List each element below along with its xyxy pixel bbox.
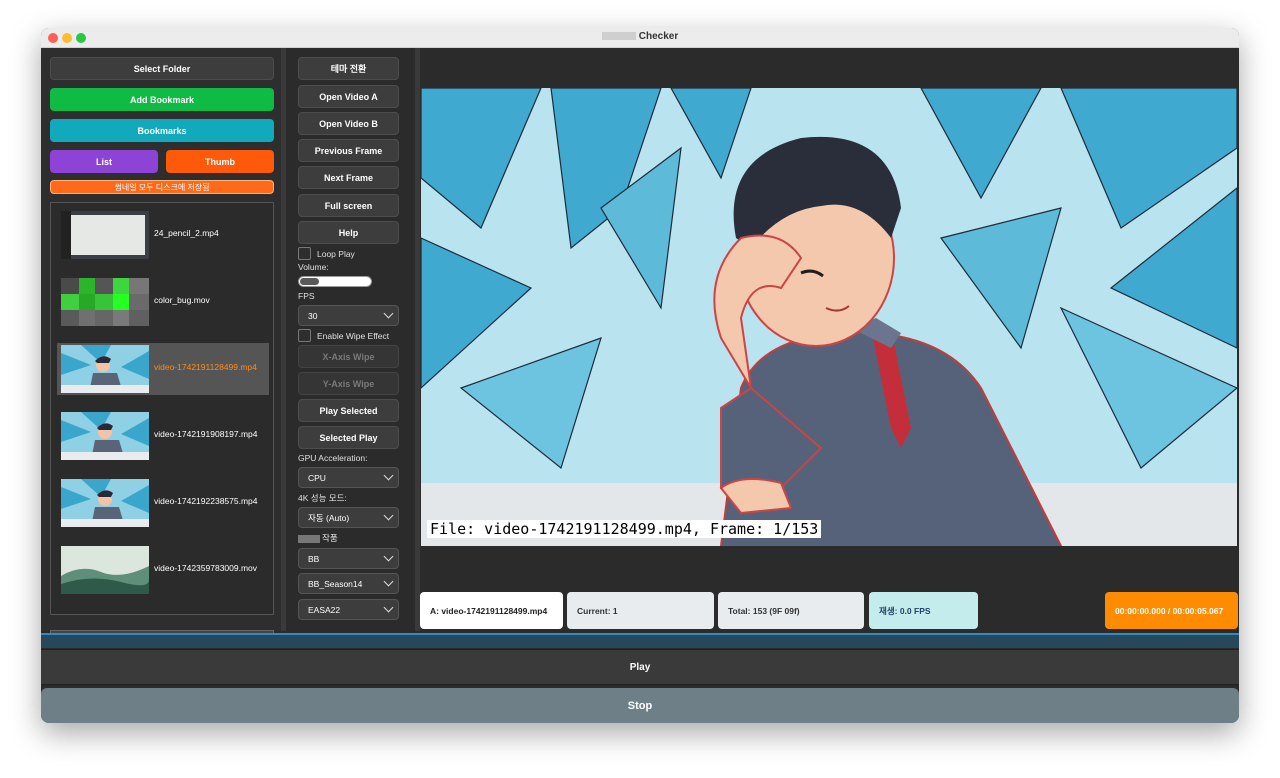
fps-value: 30 (308, 310, 318, 321)
file-sidebar: Select Folder Add Bookmark Bookmarks Lis… (41, 48, 281, 641)
current-frame-status: Current: 1 (567, 592, 714, 629)
file-a-status: A: video-1742191128499.mp4 (420, 592, 563, 629)
select-folder-button[interactable]: Select Folder (50, 57, 274, 80)
episode-dropdown[interactable]: EASA22 (298, 599, 399, 620)
file-name: video-1742359783009.mov (154, 563, 258, 573)
enable-wipe-label: Enable Wipe Effect (317, 331, 390, 341)
video-viewport[interactable]: File: video-1742191128499.mp4, Frame: 1/… (421, 88, 1237, 546)
full-screen-button[interactable]: Full screen (298, 194, 399, 217)
chevron-down-icon (383, 576, 394, 587)
season-value: BB_Season14 (308, 578, 363, 589)
thumbnail-image (61, 345, 149, 393)
file-name: video-1742191128499.mp4 (154, 362, 257, 372)
save-thumbnails-button[interactable]: 썸네일 모두 디스크에 저장됨 (50, 180, 274, 194)
fps-dropdown[interactable]: 30 (298, 305, 399, 326)
file-item[interactable]: 24_pencil_2.mp4 (57, 209, 269, 261)
frame-caption: File: video-1742191128499.mp4, Frame: 1/… (427, 520, 822, 538)
file-name: video-1742192238575.mp4 (154, 496, 258, 506)
volume-label: Volume: (298, 262, 329, 272)
theme-toggle-button[interactable]: 테마 전환 (298, 57, 399, 80)
gpu-value: CPU (308, 472, 326, 483)
chevron-down-icon (383, 470, 394, 481)
file-item[interactable]: video-1742192238575.mp4 (57, 477, 269, 529)
play-button[interactable]: Play (41, 649, 1239, 685)
open-video-b-button[interactable]: Open Video B (298, 112, 399, 135)
thumbnail-image (61, 412, 149, 460)
gpu-acceleration-label: GPU Acceleration: (298, 453, 368, 463)
work-value: BB (308, 553, 320, 564)
video-frame-image (421, 88, 1237, 546)
divider (415, 48, 420, 631)
bookmarks-button[interactable]: Bookmarks (50, 119, 274, 142)
chevron-down-icon (383, 551, 394, 562)
file-item-selected[interactable]: video-1742191128499.mp4 (57, 343, 269, 395)
file-name: 24_pencil_2.mp4 (154, 228, 219, 238)
play-selected-button[interactable]: Play Selected (298, 399, 399, 422)
stop-button[interactable]: Stop (41, 688, 1239, 723)
timeline-progress-bar[interactable] (41, 633, 1239, 648)
thumb-view-button[interactable]: Thumb (166, 150, 274, 173)
file-item[interactable]: video-1742191908197.mp4 (57, 410, 269, 462)
file-item[interactable]: video-1742359783009.mov (57, 544, 269, 596)
season-dropdown[interactable]: BB_Season14 (298, 573, 399, 594)
chevron-down-icon (383, 602, 394, 613)
divider (281, 48, 286, 631)
perf-mode-label: 4K 성능 모드: (298, 493, 347, 503)
enable-wipe-checkbox[interactable] (298, 329, 311, 342)
file-item[interactable]: color_bug.mov (57, 276, 269, 328)
title-bar: Checker (41, 28, 1239, 48)
previous-frame-button[interactable]: Previous Frame (298, 139, 399, 162)
file-name: color_bug.mov (154, 295, 210, 305)
loop-play-label: Loop Play (317, 249, 355, 259)
app-window: Checker Select Folder Add Bookmark Bookm… (41, 28, 1239, 723)
total-frames-status: Total: 153 (9F 09f) (718, 592, 864, 629)
x-axis-wipe-button[interactable]: X-Axis Wipe (298, 345, 399, 368)
perf-mode-value: 자동 (Auto) (308, 512, 350, 523)
work-label: 작품 (298, 532, 338, 544)
redacted-label-part (298, 534, 320, 543)
y-axis-wipe-button[interactable]: Y-Axis Wipe (298, 372, 399, 395)
redacted-title-part (601, 32, 636, 41)
episode-value: EASA22 (308, 604, 341, 615)
list-view-button[interactable]: List (50, 150, 158, 173)
perf-mode-dropdown[interactable]: 자동 (Auto) (298, 507, 399, 528)
thumbnail-image (61, 479, 149, 527)
next-frame-button[interactable]: Next Frame (298, 166, 399, 189)
open-video-a-button[interactable]: Open Video A (298, 85, 399, 108)
thumbnail-image (61, 211, 149, 259)
playback-fps-status: 재생: 0.0 FPS (869, 592, 978, 629)
fps-label: FPS (298, 291, 315, 301)
window-title: Checker (41, 31, 1239, 42)
file-name: video-1742191908197.mp4 (154, 429, 258, 439)
selected-play-button[interactable]: Selected Play (298, 426, 399, 449)
work-dropdown[interactable]: BB (298, 548, 399, 569)
chevron-down-icon (383, 308, 394, 319)
volume-slider-fill (300, 278, 319, 285)
help-button[interactable]: Help (298, 221, 399, 244)
add-bookmark-button[interactable]: Add Bookmark (50, 88, 274, 111)
gpu-dropdown[interactable]: CPU (298, 467, 399, 488)
thumbnail-image (61, 278, 149, 326)
volume-slider[interactable] (298, 276, 372, 287)
file-list: 24_pencil_2.mp4 color_bug.mov video-1742… (50, 202, 274, 615)
loop-play-checkbox[interactable] (298, 247, 311, 260)
timecode-display: 00:00:00.000 / 00:00:05.067 (1105, 592, 1238, 629)
chevron-down-icon (383, 510, 394, 521)
thumbnail-image (61, 546, 149, 594)
